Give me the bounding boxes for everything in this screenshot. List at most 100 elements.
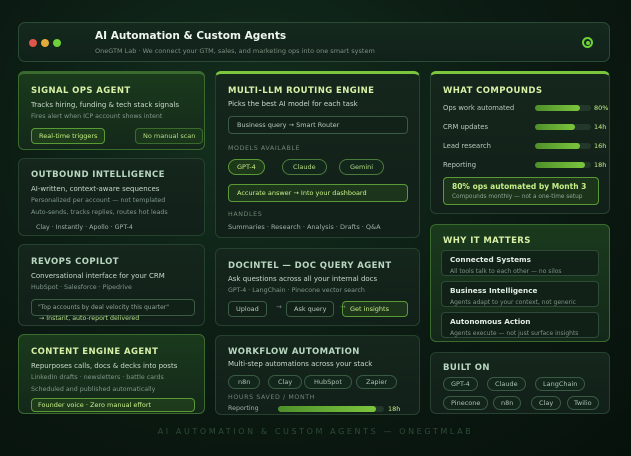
why-it-matters-card: WHY IT MATTERS Connected Systems All too…	[430, 224, 610, 342]
card-subtext: HubSpot · Salesforce · Pipedrive	[31, 284, 132, 291]
metric-label: Reporting	[443, 161, 477, 169]
card-title: WHAT COMPOUNDS	[443, 86, 543, 96]
tool-hubspot-chip: HubSpot	[304, 375, 352, 389]
answer-box[interactable]: Accurate answer → Into your dashboard	[228, 184, 408, 202]
tech-claude-chip: Claude	[487, 377, 526, 391]
why-item-desc: Agents adapt to your context, not generi…	[450, 299, 576, 306]
model-gpt4-chip[interactable]: GPT-4	[228, 159, 265, 175]
hours-bar-track	[278, 406, 384, 412]
maximize-dot-icon[interactable]	[53, 39, 61, 47]
tag-real-time-triggers: Real-time triggers	[31, 128, 106, 144]
copilot-result: → Instant, auto-report delivered	[39, 315, 140, 322]
card-title: SIGNAL OPS AGENT	[31, 86, 131, 96]
highlight-title: 80% ops automated by Month 3	[452, 182, 587, 191]
metric-bar-track	[535, 105, 591, 111]
highlight-subtext: Compounds monthly — not a one-time setup	[452, 194, 583, 200]
metric-label: Lead research	[443, 142, 491, 150]
app-window-bar: AI Automation & Custom Agents OneGTM Lab…	[18, 22, 610, 62]
why-item-desc: Agents execute — not just surface insigh…	[450, 330, 579, 337]
tool-n8n-chip: n8n	[228, 375, 261, 389]
docintel-card: DOCINTEL — DOC QUERY AGENT Ask questions…	[215, 248, 420, 326]
card-subtext: GPT-4 · LangChain · Pinecone vector sear…	[228, 287, 365, 294]
arrow-right-icon: →	[276, 303, 282, 311]
metric-bar-fill	[535, 143, 580, 149]
step-upload: Upload	[228, 301, 267, 317]
card-description: Tracks hiring, funding & tech stack sign…	[31, 101, 179, 109]
card-title: OUTBOUND INTELLIGENCE	[31, 170, 165, 180]
status-indicator-icon	[582, 37, 593, 48]
card-subtext: Scheduled and published automatically	[31, 386, 156, 393]
why-item: Connected Systems All tools talk to each…	[441, 250, 599, 276]
built-on-card: BUILT ON GPT-4 Claude LangChain Pinecone…	[430, 352, 610, 414]
content-tag: Founder voice · Zero manual effort	[31, 398, 195, 412]
card-title: DOCINTEL — DOC QUERY AGENT	[228, 261, 392, 271]
card-title: CONTENT ENGINE AGENT	[31, 347, 159, 357]
workflow-automation-card: WORKFLOW AUTOMATION Multi-step automatio…	[215, 335, 420, 415]
why-item-desc: All tools talk to each other — no silos	[450, 268, 562, 275]
tech-gpt4-chip: GPT-4	[443, 377, 478, 391]
tech-n8n-chip: n8n	[493, 396, 522, 410]
compounds-highlight: 80% ops automated by Month 3 Compounds m…	[443, 177, 599, 205]
card-description: AI-written, context-aware sequences	[31, 185, 160, 193]
why-item: Autonomous Action Agents execute — not j…	[441, 312, 599, 338]
signal-ops-card: SIGNAL OPS AGENT Tracks hiring, funding …	[18, 71, 205, 150]
card-description: Ask questions across all your internal d…	[228, 275, 378, 283]
metric-bar-track	[535, 124, 591, 130]
card-title: WORKFLOW AUTOMATION	[228, 347, 360, 357]
business-query-box[interactable]: Business query → Smart Router	[228, 116, 408, 134]
tool-zapier-chip: Zapier	[356, 375, 398, 389]
tools-line: Clay · Instantly · Apollo · GPT-4	[36, 224, 133, 231]
hours-saved-label: HOURS SAVED / MONTH	[228, 394, 316, 401]
card-subtext: Fires alert when ICP account shows inten…	[31, 113, 163, 120]
card-description: Repurposes calls, docs & decks into post…	[31, 362, 178, 370]
card-title: MULTI-LLM ROUTING ENGINE	[228, 86, 375, 96]
minimize-dot-icon[interactable]	[41, 39, 49, 47]
step-ask-query: Ask query	[286, 301, 335, 317]
metric-value: 18h	[594, 161, 607, 169]
metric-bar-track	[535, 162, 591, 168]
model-claude-chip[interactable]: Claude	[282, 159, 327, 175]
metric-label: CRM updates	[443, 123, 488, 131]
tech-clay-chip: Clay	[531, 396, 562, 410]
why-item: Business Intelligence Agents adapt to yo…	[441, 281, 599, 307]
step-get-insights: Get insights	[342, 301, 408, 317]
metric-bar-fill	[535, 162, 586, 168]
card-title: BUILT ON	[443, 363, 490, 373]
bar-label: Reporting	[228, 405, 259, 412]
window-subtitle: OneGTM Lab · We connect your GTM, sales,…	[95, 47, 375, 55]
card-subtext: LinkedIn drafts · newsletters · battle c…	[31, 374, 164, 381]
what-compounds-card: WHAT COMPOUNDS 80% ops automated by Mont…	[430, 71, 610, 214]
revops-copilot-card: REVOPS COPILOT Conversational interface …	[18, 244, 205, 326]
card-subtext: Personalized per account — not templated	[31, 197, 166, 204]
routing-engine-card: MULTI-LLM ROUTING ENGINE Picks the best …	[215, 71, 420, 238]
bar-value: 18h	[388, 405, 401, 413]
tech-pinecone-chip: Pinecone	[443, 396, 489, 410]
metric-value: 14h	[594, 123, 607, 131]
outbound-intelligence-card: OUTBOUND INTELLIGENCE AI-written, contex…	[18, 158, 205, 236]
window-controls	[29, 39, 61, 47]
model-gemini-chip[interactable]: Gemini	[339, 159, 385, 175]
metric-bar-fill	[535, 124, 576, 130]
card-description: Picks the best AI model for each task	[228, 100, 358, 108]
content-engine-card: CONTENT ENGINE AGENT Repurposes calls, d…	[18, 334, 205, 414]
card-subtext: Auto-sends, tracks replies, routes hot l…	[31, 209, 168, 216]
hours-bar-fill	[278, 406, 376, 412]
models-label: MODELS AVAILABLE	[228, 145, 301, 152]
metric-value: 80%	[594, 104, 609, 112]
why-item-title: Business Intelligence	[450, 286, 538, 295]
tech-twilio-chip: Twilio	[567, 396, 599, 410]
metric-bar-fill	[535, 105, 580, 111]
handles-label: HANDLES	[228, 211, 263, 218]
tag-no-manual-scan: No manual scan	[135, 128, 204, 144]
metric-label: Ops work automated	[443, 104, 515, 112]
tech-langchain-chip: LangChain	[535, 377, 586, 391]
why-item-title: Autonomous Action	[450, 317, 531, 326]
copilot-query-input[interactable]: "Top accounts by deal velocity this quar…	[31, 299, 195, 316]
card-title: WHY IT MATTERS	[443, 236, 531, 246]
why-item-title: Connected Systems	[450, 255, 531, 264]
card-description: Multi-step automations across your stack	[228, 360, 373, 368]
close-dot-icon[interactable]	[29, 39, 37, 47]
tool-clay-chip: Clay	[268, 375, 303, 389]
metric-bar-track	[535, 143, 591, 149]
metric-value: 16h	[594, 142, 607, 150]
